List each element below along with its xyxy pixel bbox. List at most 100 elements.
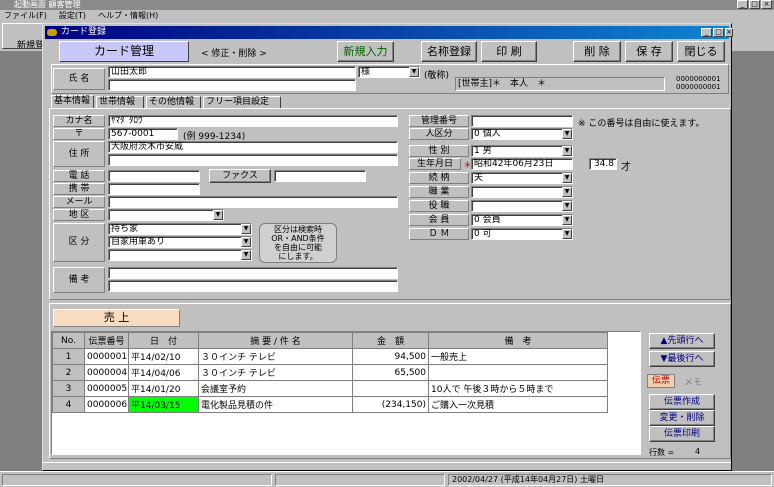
amount-cell[interactable]: [352, 380, 429, 397]
dialog-title: カード登録: [61, 27, 107, 37]
tab-basic-info[interactable]: 基本情報: [51, 95, 94, 108]
address-field[interactable]: 大阪府茨木市安威: [108, 141, 398, 153]
chevron-down-icon[interactable]: ▼: [409, 67, 419, 77]
relation-select[interactable]: 夫 ▼: [471, 172, 573, 184]
sales-tab[interactable]: 売 上: [53, 309, 180, 327]
name-field[interactable]: 山田太郎: [108, 66, 356, 78]
category-select-2[interactable]: 自家用車あり ▼: [108, 236, 252, 248]
summary-cell[interactable]: ３０インチ テレビ: [198, 364, 353, 381]
menu-settings[interactable]: 設定(T): [59, 11, 86, 20]
chevron-down-icon[interactable]: ▼: [562, 215, 572, 225]
chevron-down-icon[interactable]: ▼: [213, 210, 223, 220]
menu-file[interactable]: ファイル(F): [4, 11, 47, 20]
app-close-button[interactable]: ×: [761, 0, 772, 9]
chevron-down-icon[interactable]: ▼: [562, 229, 572, 239]
mobile-field[interactable]: [108, 183, 200, 195]
new-entry-button[interactable]: 新規入力: [337, 41, 394, 62]
birth-field[interactable]: 昭和42年06月23日: [471, 158, 573, 170]
chevron-down-icon[interactable]: ▼: [562, 201, 572, 211]
table-row[interactable]: 2 0000004 平14/04/06 ３０インチ テレビ 65,500: [52, 364, 608, 381]
summary-cell[interactable]: 会議室予約: [198, 380, 353, 397]
note-cell[interactable]: [428, 364, 608, 381]
save-button[interactable]: 保 存: [625, 41, 673, 62]
area-select[interactable]: ▼: [108, 209, 224, 221]
note-field-2[interactable]: [108, 280, 398, 292]
memo-tab[interactable]: メモ: [684, 375, 702, 388]
fax-button[interactable]: ファクス: [209, 169, 271, 183]
name-register-button[interactable]: 名称登録: [421, 41, 477, 62]
fax-field[interactable]: [274, 170, 366, 182]
member-label: 会 員: [409, 214, 469, 226]
amount-cell[interactable]: 65,500: [352, 364, 429, 381]
job-select[interactable]: ▼: [471, 186, 573, 198]
dialog-close-button[interactable]: ×: [725, 28, 733, 37]
note-field[interactable]: [108, 267, 398, 279]
dialog-minimize-button[interactable]: _: [701, 28, 712, 37]
note-cell[interactable]: ご購入一次見積: [428, 396, 608, 413]
chevron-down-icon[interactable]: ▼: [562, 173, 572, 183]
delete-button[interactable]: 削 除: [573, 41, 621, 62]
chevron-down-icon[interactable]: ▼: [562, 146, 572, 156]
edit-delete-button[interactable]: 変更・削除: [649, 410, 715, 426]
person-type-label: 人区分: [409, 128, 469, 140]
app-maximize-button[interactable]: □: [749, 0, 760, 9]
table-row[interactable]: 1 0000001 平14/02/10 ３０インチ テレビ 94,500 一般売上: [52, 348, 608, 365]
sales-table: No. 伝票番号 日 付 摘 要 / 件 名 金 額 備 考 1 0000001 平…: [52, 332, 608, 413]
note-cell[interactable]: 一般売上: [428, 348, 608, 365]
chevron-down-icon[interactable]: ▼: [241, 224, 251, 234]
create-slip-button[interactable]: 伝票作成: [649, 394, 715, 410]
app-minimize-button[interactable]: _: [737, 0, 748, 9]
area-label: 地 区: [53, 209, 105, 221]
summary-cell[interactable]: 電化製品見積の件: [198, 396, 353, 413]
person-type-select[interactable]: 0 個人 ▼: [471, 128, 573, 140]
gender-select[interactable]: 1 男 ▼: [471, 145, 573, 157]
mgmt-no-field[interactable]: [471, 115, 573, 127]
phone-field[interactable]: [108, 170, 200, 182]
date-cell-selected[interactable]: 平14/03/15: [128, 396, 199, 413]
chevron-down-icon[interactable]: ▼: [562, 129, 572, 139]
table-row[interactable]: 4 0000006 平14/03/15 電化製品見積の件 (234,150) ご購入一次見…: [52, 396, 608, 413]
date-cell[interactable]: 平14/01/20: [128, 380, 199, 397]
dm-select[interactable]: 0 可 ▼: [471, 228, 573, 240]
chevron-down-icon[interactable]: ▼: [562, 187, 572, 197]
slip-cell[interactable]: 0000004: [84, 364, 129, 381]
date-cell[interactable]: 平14/02/10: [128, 348, 199, 365]
amount-cell[interactable]: (234,150): [352, 396, 429, 413]
toolbar-new-button[interactable]: 新規登: [2, 23, 46, 49]
close-button[interactable]: 閉じる: [677, 41, 725, 62]
print-button[interactable]: 印 刷: [481, 41, 537, 62]
first-row-button[interactable]: ▲先頭行へ: [649, 333, 715, 349]
row-no: 1: [52, 348, 85, 365]
amount-cell[interactable]: 94,500: [352, 348, 429, 365]
chevron-down-icon[interactable]: ▼: [241, 237, 251, 247]
dialog-maximize-button[interactable]: □: [713, 28, 724, 37]
date-cell[interactable]: 平14/04/06: [128, 364, 199, 381]
category-select-1[interactable]: 持ち家 ▼: [108, 223, 252, 235]
position-select[interactable]: ▼: [471, 200, 573, 212]
member-value: 0 会員: [474, 215, 501, 225]
chevron-down-icon[interactable]: ▼: [241, 250, 251, 260]
slip-cell[interactable]: 0000006: [84, 396, 129, 413]
slip-cell[interactable]: 0000001: [84, 348, 129, 365]
zip-field[interactable]: 567-0001: [108, 128, 178, 140]
name-field-2[interactable]: [108, 79, 356, 91]
dialog-app-icon: [47, 29, 57, 36]
summary-cell[interactable]: ３０インチ テレビ: [198, 348, 353, 365]
member-select[interactable]: 0 会員 ▼: [471, 214, 573, 226]
print-slip-button[interactable]: 伝票印刷: [649, 426, 715, 442]
mail-field[interactable]: [108, 196, 398, 208]
slip-cell[interactable]: 0000005: [84, 380, 129, 397]
sales-header-row: No. 伝票番号 日 付 摘 要 / 件 名 金 額 備 考: [52, 332, 608, 349]
table-row[interactable]: 3 0000005 平14/01/20 会議室予約 10人で 午後３時から５時まで: [52, 380, 608, 397]
menu-help[interactable]: ヘルプ・情報(H): [98, 11, 158, 20]
last-row-button[interactable]: ▼最後行へ: [649, 351, 715, 367]
note-cell[interactable]: 10人で 午後３時から５時まで: [428, 380, 608, 397]
slip-tab[interactable]: 伝票: [647, 374, 675, 388]
dialog-title-bar: カード登録: [45, 26, 729, 39]
address-field-2[interactable]: [108, 154, 398, 166]
honorific-select[interactable]: 様 ▼: [358, 66, 420, 78]
mobile-label: 携 帯: [53, 183, 105, 195]
kana-field[interactable]: ﾔﾏﾀﾞﾀﾛｳ: [108, 115, 398, 127]
honorific-label: (敬称): [424, 71, 450, 81]
category-select-3[interactable]: ▼: [108, 249, 252, 261]
